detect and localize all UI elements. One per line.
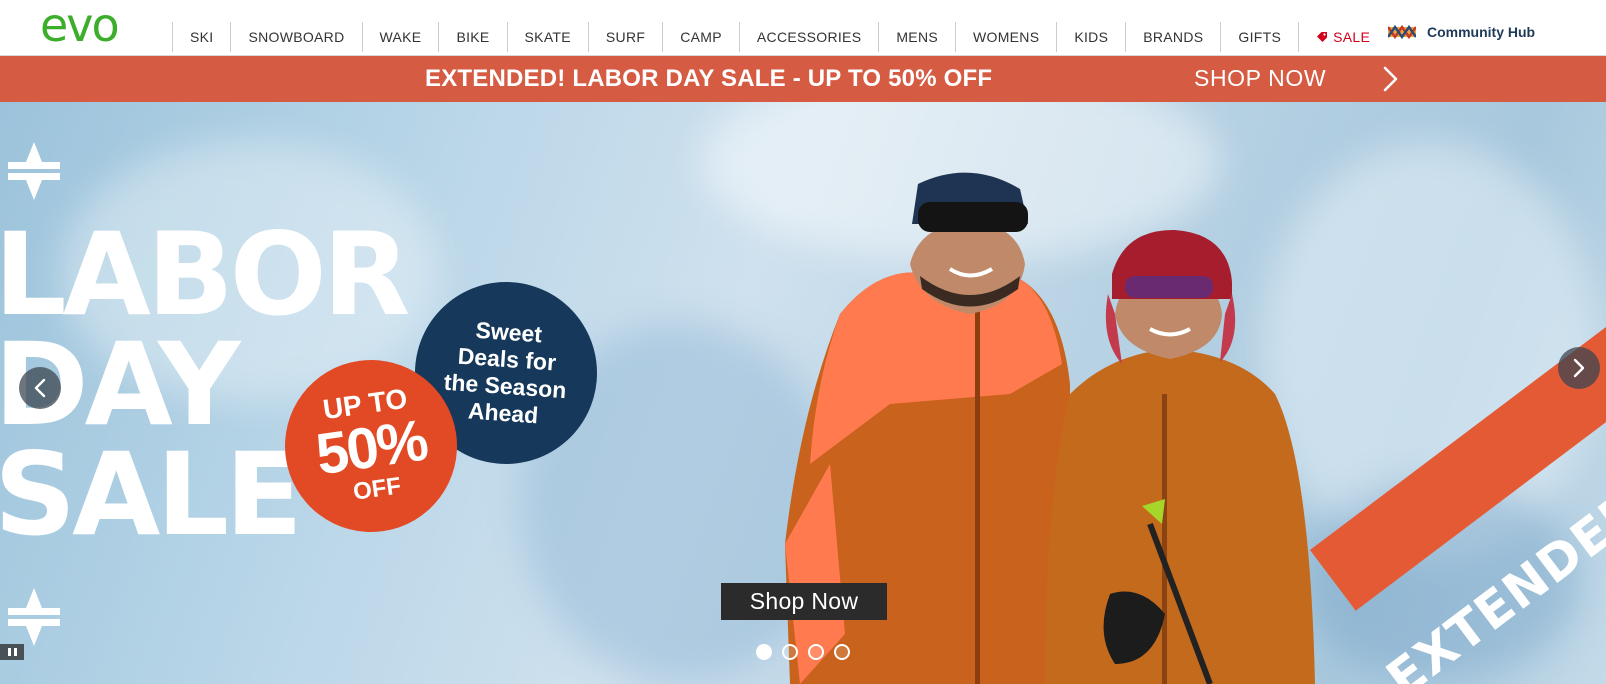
nav-item-accessories[interactable]: ACCESSORIES bbox=[738, 22, 878, 52]
nav-item-mens[interactable]: MENS bbox=[878, 22, 955, 52]
chevron-left-icon bbox=[34, 378, 46, 398]
nav-item-gifts[interactable]: GIFTS bbox=[1220, 22, 1298, 52]
discount-badge-line: OFF bbox=[351, 472, 403, 506]
nav-item-label: BIKE bbox=[456, 29, 490, 45]
carousel-prev-button[interactable] bbox=[19, 367, 61, 409]
hero-carousel[interactable]: LABOR DAY SALE Sweet Deals for the Seaso… bbox=[0, 102, 1606, 684]
hero-title-line: LABOR bbox=[0, 208, 410, 341]
nav-item-skate[interactable]: SKATE bbox=[506, 22, 588, 52]
promo-banner[interactable]: EXTENDED! LABOR DAY SALE - UP TO 50% OFF… bbox=[0, 56, 1606, 102]
nav-item-label: ACCESSORIES bbox=[756, 29, 862, 45]
pause-icon bbox=[7, 648, 11, 656]
carousel-pause-button[interactable] bbox=[0, 644, 24, 660]
carousel-dots bbox=[756, 644, 860, 660]
nav-item-wake[interactable]: WAKE bbox=[361, 22, 439, 52]
nav-item-sale[interactable]: SALE bbox=[1298, 22, 1387, 52]
pause-icon bbox=[13, 648, 17, 656]
main-menu: SKI SNOWBOARD WAKE BIKE SKATE SURF CAMP … bbox=[172, 22, 1387, 52]
nav-item-kids[interactable]: KIDS bbox=[1056, 22, 1125, 52]
evo-logo[interactable]: evo bbox=[40, 0, 120, 52]
carousel-dot-3[interactable] bbox=[808, 644, 824, 660]
star-brand-icon bbox=[8, 142, 60, 200]
nav-item-label: BRANDS bbox=[1143, 29, 1204, 45]
nav-item-label: WAKE bbox=[379, 29, 422, 45]
nav-item-label: KIDS bbox=[1074, 29, 1109, 45]
chevron-right-icon[interactable] bbox=[1380, 66, 1400, 92]
hero-shop-now-button[interactable]: Shop Now bbox=[721, 583, 887, 620]
nav-item-label: GIFTS bbox=[1238, 29, 1282, 45]
nav-item-bike[interactable]: BIKE bbox=[438, 22, 506, 52]
carousel-dot-4[interactable] bbox=[834, 644, 850, 660]
carousel-dot-1[interactable] bbox=[756, 644, 772, 660]
chevron-right-icon bbox=[1573, 358, 1585, 378]
nav-item-label: SNOWBOARD bbox=[248, 29, 345, 45]
promo-shop-now-link[interactable]: SHOP NOW bbox=[1194, 65, 1326, 92]
logo-text: evo bbox=[40, 0, 120, 52]
nav-item-surf[interactable]: SURF bbox=[587, 22, 662, 52]
nav-item-label: SKI bbox=[190, 29, 214, 45]
nav-item-label: SKATE bbox=[524, 29, 571, 45]
nav-item-label: CAMP bbox=[680, 29, 722, 45]
star-brand-icon bbox=[8, 588, 60, 646]
nav-item-label: MENS bbox=[896, 29, 938, 45]
price-tag-icon bbox=[1317, 32, 1328, 42]
nav-item-womens[interactable]: WOMENS bbox=[955, 22, 1056, 52]
top-navigation: evo SKI SNOWBOARD WAKE BIKE SKATE SURF C… bbox=[0, 0, 1606, 56]
promo-text: EXTENDED! LABOR DAY SALE - UP TO 50% OFF bbox=[425, 65, 993, 92]
community-hub-label: Community Hub bbox=[1427, 24, 1536, 40]
nav-item-label: SURF bbox=[605, 29, 646, 45]
carousel-dot-2[interactable] bbox=[782, 644, 798, 660]
nav-item-label: WOMENS bbox=[973, 29, 1040, 45]
nav-item-snowboard[interactable]: SNOWBOARD bbox=[230, 22, 361, 52]
nav-item-brands[interactable]: BRANDS bbox=[1125, 22, 1220, 52]
nav-item-camp[interactable]: CAMP bbox=[662, 22, 739, 52]
community-hub-icon bbox=[1388, 24, 1416, 40]
carousel-next-button[interactable] bbox=[1558, 347, 1600, 389]
community-hub-link[interactable]: Community Hub bbox=[1388, 24, 1535, 40]
nav-item-label: SALE bbox=[1333, 29, 1371, 45]
discount-badge-percent: 50% bbox=[312, 407, 431, 488]
nav-item-ski[interactable]: SKI bbox=[172, 22, 230, 52]
